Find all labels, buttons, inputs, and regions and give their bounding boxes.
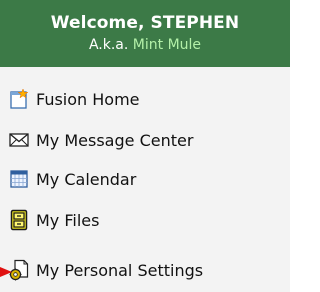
pointer-arrow-icon — [0, 262, 12, 277]
menu-item-label: My Personal Settings — [36, 260, 204, 280]
file-cabinet-icon — [8, 209, 30, 231]
envelope-icon — [8, 129, 30, 151]
user-alias: Mint Mule — [132, 37, 202, 53]
welcome-header: Welcome, STEPHEN A.k.a. Mint Mule — [0, 0, 290, 67]
menu-item-label: Fusion Home — [36, 89, 140, 109]
menu-item-label: My Files — [36, 210, 100, 230]
menu-item-calendar[interactable]: My Calendar — [0, 166, 136, 192]
menu-item-personal-settings[interactable]: My Personal Settings — [0, 257, 203, 283]
calendar-icon — [8, 168, 30, 190]
menu-item-label: My Calendar — [36, 169, 137, 189]
menu-item-message-center[interactable]: My Message Center — [0, 127, 193, 153]
home-page-icon — [8, 88, 30, 110]
aka-line: A.k.a. Mint Mule — [0, 36, 290, 54]
menu-item-label: My Message Center — [36, 130, 194, 150]
menu-item-fusion-home[interactable]: Fusion Home — [0, 86, 140, 112]
welcome-text: Welcome, STEPHEN — [50, 13, 240, 33]
user-menu-panel: Welcome, STEPHEN A.k.a. Mint Mule Fusion… — [0, 0, 290, 292]
menu-item-files[interactable]: My Files — [0, 207, 99, 233]
aka-prefix: A.k.a. — [88, 37, 129, 53]
